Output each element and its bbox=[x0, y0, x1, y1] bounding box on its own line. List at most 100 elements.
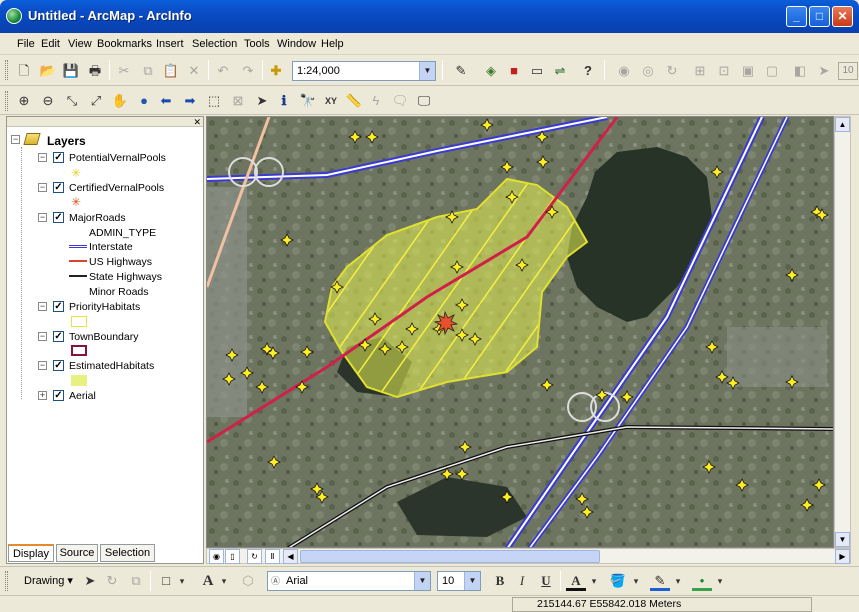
pan-icon[interactable]: ✋ bbox=[110, 91, 130, 111]
scroll-right-icon[interactable]: ▶ bbox=[835, 549, 850, 564]
collapse-toggle[interactable]: − bbox=[38, 183, 47, 192]
font-color-icon[interactable]: A bbox=[566, 571, 586, 591]
scroll-down-icon[interactable]: ▼ bbox=[835, 532, 850, 547]
menu-file[interactable]: File bbox=[17, 38, 35, 50]
title-bar[interactable]: Untitled - ArcMap - ArcInfo _ □ ✕ bbox=[0, 0, 859, 33]
zoom-out-fixed-icon[interactable]: ◎ bbox=[638, 61, 658, 81]
close-button[interactable]: ✕ bbox=[832, 6, 853, 27]
fill-color-icon[interactable]: 🪣 bbox=[608, 571, 628, 591]
minimize-button[interactable]: _ bbox=[786, 6, 807, 27]
bold-button[interactable]: B bbox=[490, 571, 510, 591]
zoom-in-icon[interactable]: ⊕ bbox=[14, 91, 34, 111]
hyperlink-icon[interactable]: ϟ bbox=[366, 91, 386, 111]
drawing-menu[interactable]: Drawing ▾ bbox=[24, 574, 73, 587]
certified-vernal-pool-points[interactable] bbox=[433, 310, 459, 336]
layer-visibility-checkbox[interactable]: ✓ bbox=[53, 331, 64, 342]
zoom-in-fixed-icon[interactable]: ◉ bbox=[614, 61, 634, 81]
aerial-map-canvas[interactable] bbox=[207, 117, 834, 548]
forward-extent-icon[interactable]: ➡ bbox=[180, 91, 200, 111]
collapse-toggle[interactable]: − bbox=[38, 213, 47, 222]
layout-forward-icon[interactable]: ➤ bbox=[814, 61, 834, 81]
cut-icon[interactable]: ✂ bbox=[114, 61, 134, 81]
menu-insert[interactable]: Insert bbox=[156, 38, 184, 50]
scroll-thumb[interactable] bbox=[300, 550, 600, 563]
select-features-icon[interactable]: ⬚ bbox=[204, 91, 224, 111]
chevron-down-icon[interactable]: ▾ bbox=[626, 571, 646, 591]
chevron-down-icon[interactable]: ▾ bbox=[584, 571, 604, 591]
map-display[interactable] bbox=[206, 116, 834, 548]
new-document-icon[interactable]: 🗋 bbox=[14, 61, 34, 81]
identify-icon[interactable]: ℹ bbox=[274, 91, 294, 111]
scroll-up-icon[interactable]: ▲ bbox=[835, 117, 850, 132]
print-icon[interactable]: 🖶 bbox=[85, 61, 105, 81]
menu-view[interactable]: View bbox=[68, 38, 92, 50]
open-folder-icon[interactable]: 📂 bbox=[38, 61, 58, 81]
arccatalog-icon[interactable]: ◈ bbox=[481, 61, 501, 81]
fixed-zoom-out-icon[interactable]: ⤢ bbox=[86, 91, 106, 111]
maximize-button[interactable]: □ bbox=[809, 6, 830, 27]
paste-icon[interactable]: 📋 bbox=[161, 61, 181, 81]
layout-zoom-percent[interactable]: 10 bbox=[838, 62, 858, 80]
menu-window[interactable]: Window bbox=[277, 38, 316, 50]
menu-edit[interactable]: Edit bbox=[41, 38, 60, 50]
map-scale-dropdown[interactable]: 1:24,000 ▼ bbox=[292, 61, 436, 81]
toolbar-grip[interactable] bbox=[5, 571, 8, 591]
layout-view-icon[interactable]: ▯ bbox=[225, 549, 240, 564]
time-slider-icon[interactable]: 🖵 bbox=[414, 91, 434, 111]
callout-icon[interactable]: ⬡ bbox=[238, 571, 258, 591]
rotate-icon[interactable]: ↻ bbox=[102, 571, 122, 591]
back-extent-icon[interactable]: ⬅ bbox=[156, 91, 176, 111]
html-popup-icon[interactable]: 🗨 bbox=[390, 91, 410, 111]
measure-icon[interactable]: 📏 bbox=[344, 91, 364, 111]
copy-icon[interactable]: ⧉ bbox=[138, 61, 158, 81]
layer-aerial[interactable]: Aerial bbox=[69, 390, 96, 402]
clear-selection-icon[interactable]: ⊠ bbox=[228, 91, 248, 111]
model-builder-icon[interactable]: ⇌ bbox=[550, 61, 570, 81]
expand-toggle[interactable]: + bbox=[38, 391, 47, 400]
select-elements-icon[interactable]: ➤ bbox=[252, 91, 272, 111]
zoom-to-selected-icon[interactable]: ⧉ bbox=[126, 571, 146, 591]
horizontal-scrollbar[interactable]: ◉ ▯ ↻ Ⅱ ◀ ▶ bbox=[206, 548, 851, 564]
redo-icon[interactable]: ↷ bbox=[238, 61, 258, 81]
chevron-down-icon[interactable]: ▼ bbox=[414, 572, 430, 590]
refresh-view-icon[interactable]: ↻ bbox=[247, 549, 262, 564]
chevron-down-icon[interactable]: ▾ bbox=[710, 571, 730, 591]
layer-priority-habitats[interactable]: PriorityHabitats bbox=[69, 301, 140, 313]
menu-tools[interactable]: Tools bbox=[244, 38, 270, 50]
layer-visibility-checkbox[interactable]: ✓ bbox=[53, 212, 64, 223]
layer-visibility-checkbox[interactable]: ✓ bbox=[53, 360, 64, 371]
layer-estimated-habitats[interactable]: EstimatedHabitats bbox=[69, 360, 154, 372]
toolbar-grip[interactable] bbox=[5, 60, 8, 80]
layer-visibility-checkbox[interactable]: ✓ bbox=[53, 301, 64, 312]
layer-visibility-checkbox[interactable]: ✓ bbox=[53, 390, 64, 401]
zoom-out-icon[interactable]: ⊖ bbox=[38, 91, 58, 111]
layout-back-icon[interactable]: ◧ bbox=[790, 61, 810, 81]
layout-full-icon[interactable]: ⊡ bbox=[714, 61, 734, 81]
line-color-icon[interactable]: ✎ bbox=[650, 571, 670, 591]
layer-visibility-checkbox[interactable]: ✓ bbox=[53, 182, 64, 193]
command-line-icon[interactable]: ▭ bbox=[527, 61, 547, 81]
italic-button[interactable]: I bbox=[512, 571, 532, 591]
delete-icon[interactable]: ✕ bbox=[184, 61, 204, 81]
layer-potential-vernal-pools[interactable]: PotentialVernalPools bbox=[69, 152, 166, 164]
layer-major-roads[interactable]: MajorRoads bbox=[69, 212, 126, 224]
go-to-xy-icon[interactable]: XY bbox=[321, 91, 341, 111]
refresh-icon[interactable]: ↻ bbox=[662, 61, 682, 81]
chevron-down-icon[interactable]: ▾ bbox=[214, 571, 234, 591]
menu-bookmarks[interactable]: Bookmarks bbox=[97, 38, 152, 50]
editor-toolbar-icon[interactable]: ✎ bbox=[451, 61, 471, 81]
font-family-dropdown[interactable]: Ⓐ Arial ▼ bbox=[267, 571, 431, 591]
layout-page-icon[interactable]: ▢ bbox=[762, 61, 782, 81]
data-view-icon[interactable]: ◉ bbox=[209, 549, 224, 564]
layer-visibility-checkbox[interactable]: ✓ bbox=[53, 152, 64, 163]
underline-button[interactable]: U bbox=[536, 571, 556, 591]
marker-color-icon[interactable]: • bbox=[692, 571, 712, 591]
whats-this-icon[interactable]: ? bbox=[578, 61, 598, 81]
menu-help[interactable]: Help bbox=[321, 38, 344, 50]
close-icon[interactable]: ✕ bbox=[193, 118, 201, 127]
save-icon[interactable]: 💾 bbox=[61, 61, 81, 81]
collapse-toggle[interactable]: − bbox=[38, 361, 47, 370]
layout-zoom-icon[interactable]: ⊞ bbox=[690, 61, 710, 81]
layers-root-label[interactable]: Layers bbox=[47, 134, 86, 148]
add-data-icon[interactable]: ✚ bbox=[266, 61, 286, 81]
